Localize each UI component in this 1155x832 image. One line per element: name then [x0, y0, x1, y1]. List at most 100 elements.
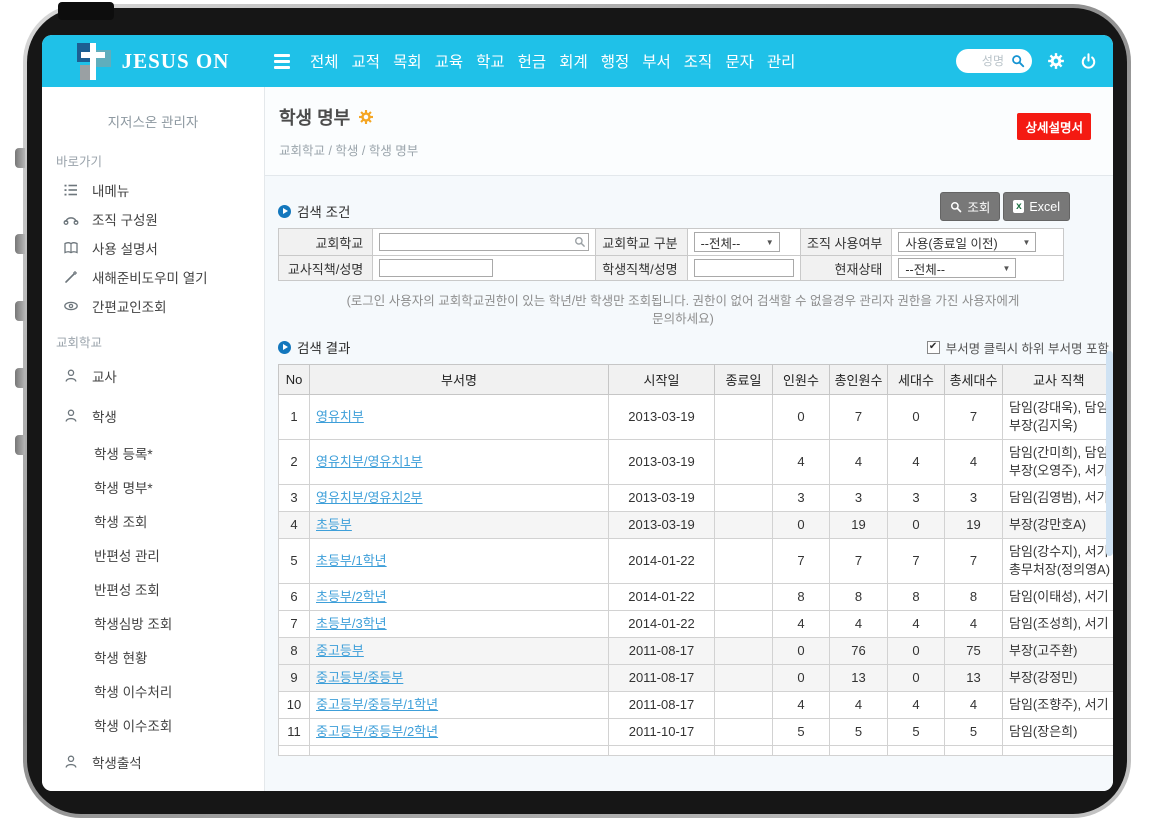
org-use-select[interactable]: 사용(종료일 이전): [898, 232, 1036, 252]
hamburger-menu-icon[interactable]: [274, 54, 290, 69]
org-use-label: 조직 사용여부: [800, 229, 892, 256]
nav-item[interactable]: 조직: [684, 50, 713, 72]
department-link[interactable]: 영유치부/영유치1부: [316, 454, 423, 469]
member-count: 4: [773, 440, 830, 485]
search-icon[interactable]: [1011, 54, 1025, 68]
sidebar-item-student-attendance[interactable]: 학생출석: [42, 742, 264, 782]
department-link[interactable]: 초등부: [316, 517, 352, 532]
tablet-camera-tab: [58, 2, 114, 20]
sidebar-subitem[interactable]: 학생 명부*: [42, 470, 264, 504]
sidebar-subitem[interactable]: 학생 이수처리: [42, 674, 264, 708]
school-type-select[interactable]: --전체--: [694, 232, 780, 252]
total-member-count: 13: [830, 665, 888, 692]
logo[interactable]: JESUS ON: [42, 43, 264, 80]
table-row: 9 중고등부/중등부 2011-08-17 0 13 0 13 부장(강정민): [279, 665, 1114, 692]
nav-item[interactable]: 학교: [476, 50, 505, 72]
query-button[interactable]: 조회: [940, 192, 1000, 221]
member-count: 4: [773, 692, 830, 719]
tablet-side-button: [15, 368, 25, 388]
gear-icon[interactable]: [1047, 52, 1065, 70]
start-date: 2014-01-22: [609, 611, 715, 638]
sidebar-subitem[interactable]: 학생 조회: [42, 504, 264, 538]
church-school-input[interactable]: [379, 233, 589, 251]
department-link[interactable]: 초등부/3학년: [316, 616, 387, 631]
sidebar-subitem[interactable]: 반편성 조회: [42, 572, 264, 606]
include-sub-dept-checkbox[interactable]: 부서명 클릭시 하위 부서명 포함: [927, 338, 1109, 357]
excel-icon: [1013, 200, 1024, 213]
main-area: 학생 명부 교회학교 / 학생 / 학생 명부 상세설명서: [265, 87, 1113, 791]
department-link[interactable]: 영유치부/영유치2부: [316, 490, 423, 505]
scrollbar-thumb[interactable]: [1106, 351, 1113, 556]
department-link[interactable]: 중고등부/중등부: [316, 670, 403, 685]
department-link[interactable]: 중고등부/중등부/2학년: [316, 724, 438, 739]
excel-button[interactable]: Excel: [1003, 192, 1070, 221]
start-date: 2014-01-22: [609, 584, 715, 611]
sidebar-subitem[interactable]: 학생 현황: [42, 640, 264, 674]
status-select[interactable]: --전체--: [898, 258, 1016, 278]
member-count: 0: [773, 638, 830, 665]
results-tbody: 1 영유치부 2013-03-19 0 7 0 7 담임(강대욱), 담임: [279, 395, 1114, 756]
nav-item[interactable]: 부서: [642, 50, 671, 72]
nav-item[interactable]: 관리: [767, 50, 796, 72]
sidebar-subitem[interactable]: 학생 이수조회: [42, 708, 264, 742]
nav-item[interactable]: 회계: [559, 50, 588, 72]
sidebar-subitem[interactable]: 학생심방 조회: [42, 606, 264, 640]
department-link[interactable]: 중고등부: [316, 643, 364, 658]
sidebar-subitem[interactable]: 반편성 관리: [42, 538, 264, 572]
sidebar-item-quick-member-view[interactable]: 간편교인조회: [42, 291, 264, 320]
logo-text: JESUS ON: [122, 49, 230, 74]
department-link[interactable]: 영유치부: [316, 409, 364, 424]
sidebar-item-my-menu[interactable]: 내메뉴: [42, 175, 264, 204]
end-date: [715, 665, 773, 692]
search-icon[interactable]: [574, 236, 586, 248]
total-household-count: 4: [945, 611, 1003, 638]
student-name-input[interactable]: [694, 259, 794, 277]
department-link[interactable]: 초등부/1학년: [316, 553, 387, 568]
row-number: 1: [279, 395, 310, 440]
page-settings-gear-icon[interactable]: [358, 109, 374, 125]
total-member-count: 4: [830, 440, 888, 485]
sidebar-item-newyear-helper[interactable]: 새해준비도우미 열기: [42, 262, 264, 291]
teacher-roles: 담임(조향주), 서기: [1009, 696, 1113, 714]
top-bar: JESUS ON 전체 교적 목회 교육 학교 헌금 회계 행정 부서 조직 문자 관리: [42, 35, 1113, 87]
department-link[interactable]: 초등부/2학년: [316, 589, 387, 604]
row-number: 7: [279, 611, 310, 638]
table-header-row: No 부서명 시작일 종료일 인원수 총인원수 세대수 총세대수 교사 직책: [279, 365, 1114, 395]
nav-item[interactable]: 행정: [601, 50, 630, 72]
name-search-box[interactable]: [956, 49, 1032, 73]
household-count: 7: [888, 539, 945, 584]
table-row: 5 초등부/1학년 2014-01-22 7 7 7 7 담임(강수지), 서기: [279, 539, 1114, 584]
start-date: 2013-03-19: [609, 512, 715, 539]
start-date: 2011-10-17: [609, 719, 715, 746]
nav-item[interactable]: 전체: [310, 50, 339, 72]
nav-item[interactable]: 교적: [352, 50, 381, 72]
checkbox-check-icon[interactable]: [927, 341, 940, 354]
table-row: 10 중고등부/중등부/1학년 2011-08-17 4 4 4 4 담임(조향…: [279, 692, 1114, 719]
name-search-input[interactable]: [966, 53, 1006, 69]
end-date: [715, 638, 773, 665]
power-icon[interactable]: [1080, 53, 1097, 70]
sidebar-subitem[interactable]: 학생 등록*: [42, 436, 264, 470]
main-nav: 전체 교적 목회 교육 학교 헌금 회계 행정 부서 조직 문자 관리: [310, 50, 795, 72]
sidebar-item-org-members[interactable]: 조직 구성원: [42, 204, 264, 233]
total-household-count: 4: [945, 692, 1003, 719]
tablet-side-button: [15, 301, 25, 321]
manual-book-icon: [63, 240, 79, 256]
household-count: [888, 746, 945, 756]
teacher-roles-line2: 부장(김지욱): [1009, 417, 1113, 435]
sidebar-item-user-manual[interactable]: 사용 설명서: [42, 233, 264, 262]
nav-item[interactable]: 목회: [393, 50, 422, 72]
end-date: [715, 746, 773, 756]
detail-manual-button[interactable]: 상세설명서: [1017, 113, 1091, 140]
app-screen: JESUS ON 전체 교적 목회 교육 학교 헌금 회계 행정 부서 조직 문자 관리: [42, 35, 1113, 791]
teacher-name-input[interactable]: [379, 259, 493, 277]
nav-item[interactable]: 문자: [725, 50, 754, 72]
sidebar-item-teachers[interactable]: 교사: [42, 356, 264, 396]
page-header: 학생 명부 교회학교 / 학생 / 학생 명부 상세설명서: [265, 87, 1113, 176]
start-date: [609, 746, 715, 756]
nav-item[interactable]: 헌금: [518, 50, 547, 72]
sidebar-item-students[interactable]: 학생: [42, 396, 264, 436]
nav-item[interactable]: 교육: [435, 50, 464, 72]
start-date: 2011-08-17: [609, 692, 715, 719]
department-link[interactable]: 중고등부/중등부/1학년: [316, 697, 438, 712]
